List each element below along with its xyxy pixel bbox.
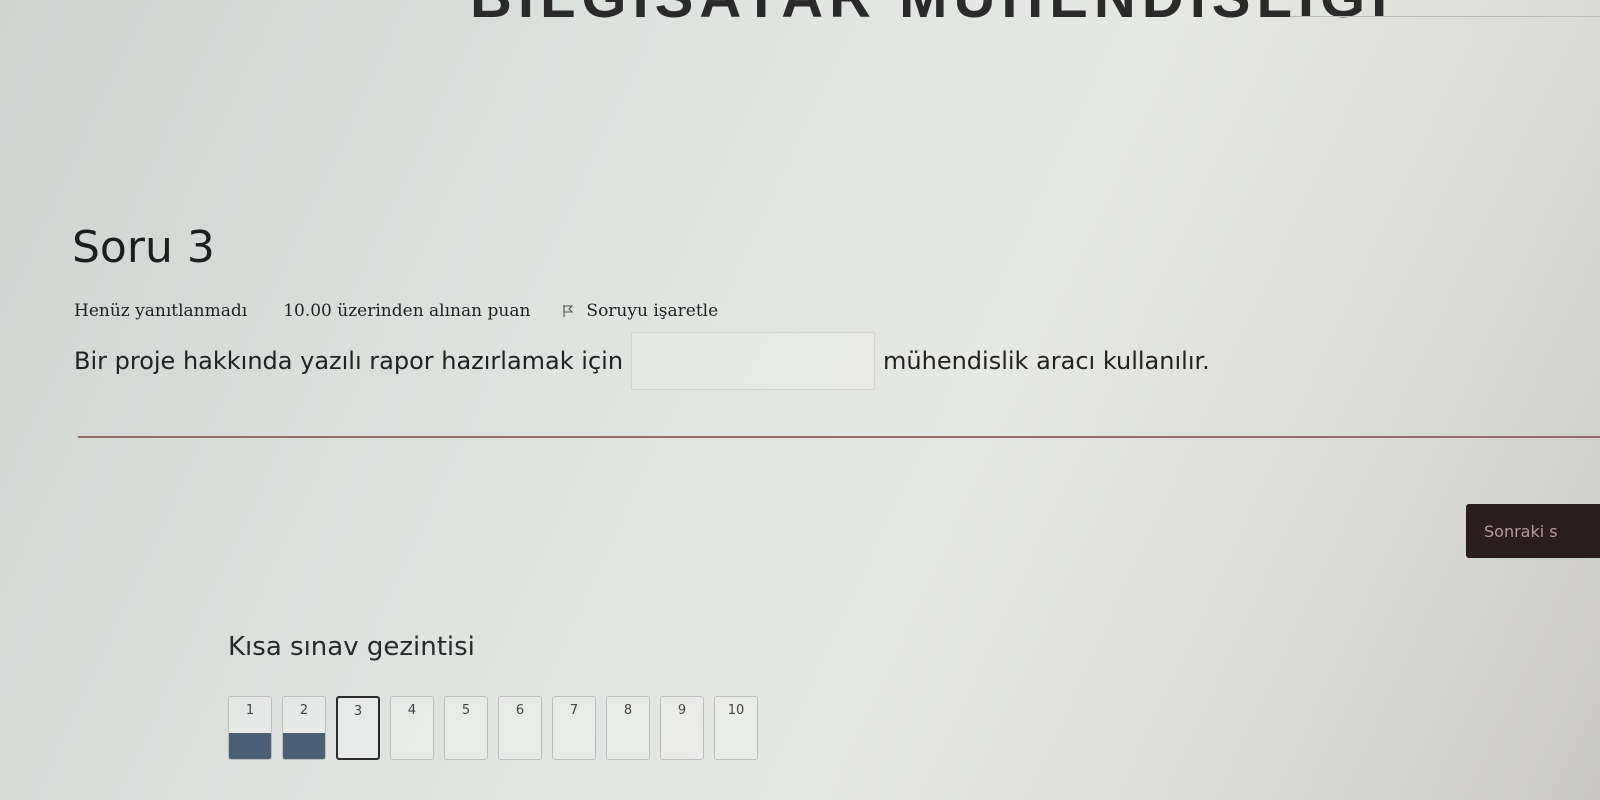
question-info: Henüz yanıtlanmadı 10.00 üzerinden alına… [74,300,718,322]
quiz-nav-button-state [553,733,595,759]
quiz-nav-button-state [607,733,649,759]
quiz-nav-button-number: 8 [623,703,633,718]
quiz-nav-button-1[interactable]: 1 [228,696,272,760]
quiz-nav-button-number: 1 [245,703,255,718]
quiz-nav-button-state [229,733,271,759]
quiz-navigation-title: Kısa sınav gezintisi [228,632,475,662]
quiz-nav-button-10[interactable]: 10 [714,696,758,760]
quiz-nav-button-4[interactable]: 4 [390,696,434,760]
quiz-nav-button-number: 3 [353,704,363,719]
quiz-nav-button-state [661,733,703,759]
quiz-nav-button-number: 2 [299,703,309,718]
quiz-navigation-buttons: 1 2 3 4 5 6 7 8 9 10 [228,696,768,760]
quiz-nav-button-number: 7 [569,703,579,718]
quiz-nav-button-state [338,732,378,758]
flag-question-link[interactable]: Soruyu işaretle [562,301,718,321]
flag-icon [563,305,574,317]
quiz-nav-button-number: 10 [727,703,745,718]
quiz-nav-button-state [499,733,541,759]
quiz-nav-button-9[interactable]: 9 [660,696,704,760]
question-title: Soru 3 [72,222,215,273]
quiz-nav-button-number: 6 [515,703,525,718]
quiz-nav-button-2[interactable]: 2 [282,696,326,760]
question-text-before: Bir proje hakkında yazılı rapor hazırlam… [74,347,624,375]
quiz-nav-button-number: 9 [677,703,687,718]
quiz-nav-button-7[interactable]: 7 [552,696,596,760]
quiz-nav-button-3[interactable]: 3 [336,696,380,760]
question-text-after: mühendislik aracı kullanılır. [883,347,1210,375]
quiz-nav-button-number: 4 [407,703,417,718]
quiz-nav-button-state [391,733,433,759]
question-grade: 10.00 üzerinden alınan puan [283,301,531,321]
question-divider [78,436,1600,438]
banner-divider [1290,16,1600,17]
quiz-nav-button-state [283,733,325,759]
question-status: Henüz yanıtlanmadı [74,301,248,321]
quiz-nav-button-5[interactable]: 5 [444,696,488,760]
quiz-nav-button-state [715,733,757,759]
quiz-nav-button-8[interactable]: 8 [606,696,650,760]
quiz-nav-button-state [445,733,487,759]
flag-question-label: Soruyu işaretle [586,301,719,321]
quiz-nav-button-number: 5 [461,703,471,718]
answer-input[interactable] [631,332,876,390]
quiz-nav-button-6[interactable]: 6 [498,696,542,760]
site-banner-title: BİLGİSAYAR MÜHENDİSLİĞİ [470,0,1387,31]
next-page-button[interactable]: Sonraki s [1466,504,1600,558]
question-text: Bir proje hakkında yazılı rapor hazırlam… [74,332,1374,390]
